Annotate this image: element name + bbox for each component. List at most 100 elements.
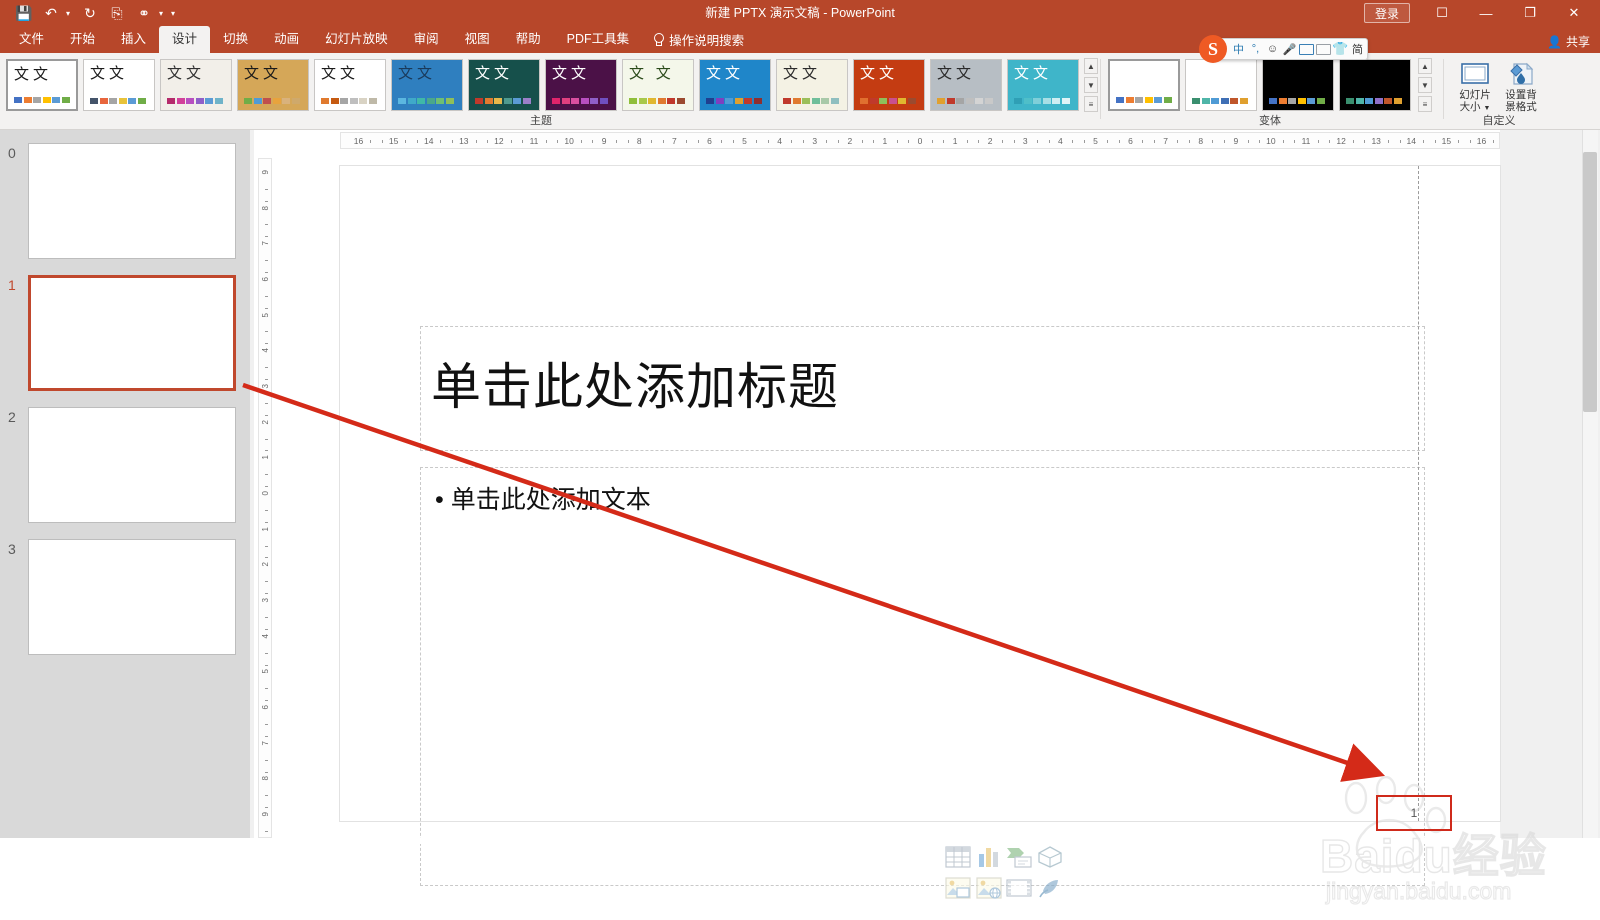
ime-soft-keyboard-icon[interactable] — [1299, 43, 1314, 55]
gallery-scroll-up[interactable]: ▲ — [1084, 58, 1098, 74]
slide-thumbnail-1[interactable]: 1 — [8, 275, 236, 391]
theme-thumbnail-theme-ion[interactable]: 文文 — [314, 59, 386, 111]
variant-thumbnail-variant-1[interactable] — [1108, 59, 1180, 111]
share-button[interactable]: 👤 共享 — [1547, 33, 1590, 50]
ruler-minor-tick — [265, 474, 268, 476]
format-background-button[interactable]: 设置背 景格式 — [1498, 59, 1544, 113]
tab-design[interactable]: 设计 — [159, 26, 211, 53]
gallery-scroll-down[interactable]: ▼ — [1084, 77, 1098, 93]
sogou-ime-toolbar[interactable]: S 中 °, ☺ 🎤 👕 简 — [1199, 35, 1368, 63]
insert-3d-model-icon[interactable] — [1037, 846, 1063, 872]
ruler-tick-v: 1 — [261, 455, 270, 460]
tab-help[interactable]: 帮助 — [503, 26, 554, 53]
slide-thumbnail-2[interactable]: 2 — [8, 407, 236, 523]
ime-menu-icon[interactable] — [1367, 44, 1382, 55]
variant-thumbnail-variant-4[interactable] — [1339, 59, 1411, 111]
restore-icon[interactable]: ❐ — [1508, 0, 1552, 26]
sign-in-button[interactable]: 登录 — [1363, 3, 1410, 23]
minimize-icon[interactable]: — — [1464, 0, 1508, 26]
theme-thumbnail-theme-ivory[interactable]: 文文 — [776, 59, 848, 111]
body-text: 单击此处添加文本 — [450, 486, 651, 514]
slide-thumbnail-preview[interactable] — [28, 143, 236, 259]
theme-gallery[interactable]: 文文 文文 文文 文文 文文 文文 文文 文文 文 文 文文 文文 文文 文文 文文 — [6, 59, 1079, 111]
insert-online-picture-icon[interactable] — [975, 877, 1002, 903]
ruler-tick-v: 3 — [261, 383, 270, 389]
tab-home[interactable]: 开始 — [57, 26, 108, 53]
tab-transitions[interactable]: 切换 — [210, 26, 261, 53]
tab-pdf-tools[interactable]: PDF工具集 — [554, 26, 643, 53]
slide-canvas[interactable]: 单击此处添加标题 • 单击此处添加文本 1 — [340, 166, 1500, 899]
variant-thumbnail-variant-3[interactable] — [1262, 59, 1334, 111]
theme-thumbnail-theme-quilt[interactable]: 文文 — [391, 59, 463, 111]
body-placeholder[interactable]: • 单击此处添加文本 — [420, 467, 1425, 899]
theme-thumbnail-theme-red[interactable]: 文文 — [853, 59, 925, 111]
ime-voice-input-icon[interactable]: 🎤 — [1282, 40, 1297, 58]
theme-gallery-scrollbar[interactable]: ▲ ▼ ≡ — [1084, 58, 1098, 112]
tab-animations[interactable]: 动画 — [261, 26, 312, 53]
variant-thumbnail-variant-2[interactable] — [1185, 59, 1257, 111]
gallery-more[interactable]: ≡ — [1084, 96, 1098, 112]
variant-gallery-scrollbar[interactable]: ▲ ▼ ≡ — [1418, 58, 1432, 112]
ime-simplified-mode[interactable]: 简 — [1350, 40, 1365, 58]
insert-chart-icon[interactable] — [976, 846, 1002, 872]
ruler-minor-tick — [557, 140, 559, 143]
ime-toolbox-icon[interactable] — [1316, 43, 1331, 55]
slide-thumbnail-panel[interactable]: 0 1 2 3 — [0, 130, 250, 844]
ribbon-display-options-icon[interactable]: ☐ — [1420, 0, 1464, 26]
theme-thumbnail-theme-berlin[interactable]: 文文 — [160, 59, 232, 111]
variant-scroll-up[interactable]: ▲ — [1418, 58, 1432, 74]
tell-me-search[interactable]: 操作说明搜索 — [642, 26, 754, 53]
theme-thumbnail-theme-leaf[interactable]: 文 文 — [622, 59, 694, 111]
theme-thumbnail-theme-facet[interactable]: 文文 — [468, 59, 540, 111]
ruler-tick-h: 4 — [777, 136, 782, 146]
insert-table-icon[interactable] — [945, 846, 971, 872]
insert-smartart-icon[interactable] — [1006, 846, 1032, 872]
ruler-tick-v: 5 — [261, 669, 270, 674]
ruler-tick-h: 12 — [494, 136, 504, 146]
theme-thumbnail-theme-wood[interactable]: 文文 — [237, 59, 309, 111]
slide-number-label: 0 — [8, 145, 16, 161]
insert-icons-icon[interactable] — [1037, 877, 1063, 903]
slide-thumbnail-0[interactable]: 0 — [8, 143, 236, 259]
theme-thumbnail-office-theme[interactable]: 文文 — [6, 59, 78, 111]
insert-picture-icon[interactable] — [945, 877, 971, 903]
slide-thumbnail-preview[interactable] — [28, 407, 236, 523]
vertical-scrollbar-thumb[interactable] — [1583, 152, 1597, 412]
slide-thumbnail-preview[interactable] — [28, 275, 236, 391]
sogou-logo-icon[interactable]: S — [1199, 35, 1227, 63]
ruler-minor-tick — [1469, 140, 1471, 143]
ime-chinese-mode[interactable]: 中 — [1231, 40, 1246, 58]
slide-thumbnail-preview[interactable] — [28, 539, 236, 655]
ruler-minor-tick — [1153, 140, 1155, 143]
variant-scroll-down[interactable]: ▼ — [1418, 77, 1432, 93]
variant-more[interactable]: ≡ — [1418, 96, 1432, 112]
theme-color-swatches — [167, 98, 223, 104]
ime-skin-icon[interactable]: 👕 — [1332, 40, 1348, 58]
theme-thumbnail-theme-teal[interactable]: 文文 — [1007, 59, 1079, 111]
ime-emoji-icon[interactable]: ☺ — [1265, 40, 1280, 58]
title-bar: 💾 ↶ ▾ ↻ ⎘ ⚭ ▾ ▾ 新建 PPTX 演示文稿 - PowerPoin… — [0, 0, 1600, 26]
insert-video-icon[interactable] — [1006, 877, 1032, 903]
variant-gallery[interactable] — [1108, 59, 1411, 111]
tab-review[interactable]: 审阅 — [401, 26, 452, 53]
tab-slideshow[interactable]: 幻灯片放映 — [312, 26, 401, 53]
tab-file[interactable]: 文件 — [6, 26, 57, 53]
slide-size-button[interactable]: 幻灯片 大小 ▼ — [1452, 59, 1498, 115]
page-number-placeholder[interactable]: 1 — [1376, 795, 1452, 831]
theme-thumbnail-theme-gray[interactable]: 文文 — [930, 59, 1002, 111]
ime-punctuation[interactable]: °, — [1248, 40, 1263, 58]
theme-thumbnail-theme-violet[interactable]: 文文 — [545, 59, 617, 111]
share-label: 共享 — [1565, 35, 1590, 49]
tab-view[interactable]: 视图 — [452, 26, 503, 53]
ruler-minor-tick — [1224, 140, 1226, 143]
theme-thumbnail-theme-blue[interactable]: 文文 — [699, 59, 771, 111]
ruler-tick-v: 9 — [261, 169, 270, 175]
close-icon[interactable]: ✕ — [1552, 0, 1596, 26]
tab-insert[interactable]: 插入 — [108, 26, 159, 53]
title-placeholder[interactable]: 单击此处添加标题 — [420, 326, 1425, 451]
title-placeholder-text: 单击此处添加标题 — [431, 359, 839, 415]
theme-thumbnail-theme-2[interactable]: 文文 — [83, 59, 155, 111]
ruler-minor-tick — [873, 140, 875, 143]
slide-thumbnail-3[interactable]: 3 — [8, 539, 236, 655]
panel-splitter[interactable] — [250, 130, 254, 844]
